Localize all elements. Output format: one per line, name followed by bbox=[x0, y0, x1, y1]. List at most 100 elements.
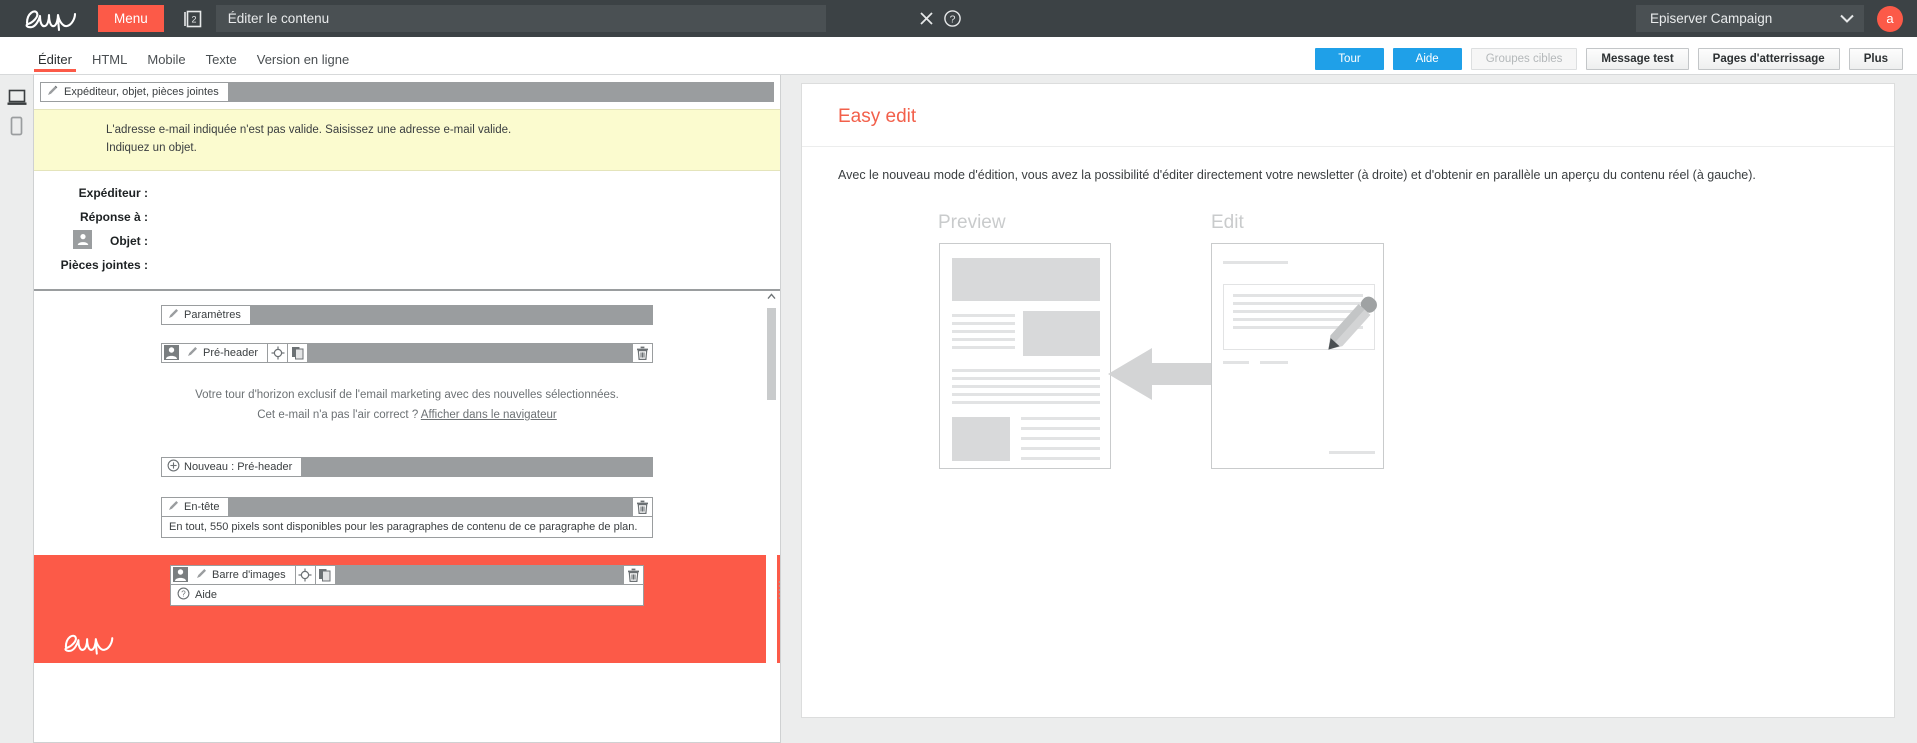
module-nouveau-pre-header-fill[interactable] bbox=[301, 457, 652, 476]
pencil-icon bbox=[195, 567, 208, 583]
module-en-tete-bar[interactable]: En-tête bbox=[161, 496, 653, 517]
preview-text-line bbox=[952, 392, 1100, 396]
module-pre-header-text: Votre tour d'horizon exclusif de l'email… bbox=[161, 385, 653, 425]
module-pre-header-person-icon[interactable] bbox=[162, 343, 181, 362]
diagram-edit-card bbox=[1211, 242, 1387, 469]
pencil-icon bbox=[1307, 286, 1387, 371]
chevron-down-icon bbox=[1840, 11, 1854, 26]
preview-text-line bbox=[1021, 456, 1100, 460]
documents-icon[interactable]: 2 bbox=[176, 0, 210, 37]
field-label-expediteur: Expéditeur : bbox=[78, 185, 148, 200]
mobile-preview-icon[interactable] bbox=[0, 112, 33, 140]
main-area: Expéditeur, objet, pièces jointes L'adre… bbox=[0, 75, 1917, 743]
move-target-icon[interactable] bbox=[268, 343, 288, 362]
sender-subject-attachments-bar[interactable]: Expéditeur, objet, pièces jointes bbox=[40, 82, 774, 102]
module-en-tete-tag[interactable]: En-tête bbox=[162, 497, 229, 516]
help-circle-icon[interactable]: ? bbox=[940, 0, 966, 37]
preview-text-line bbox=[1021, 426, 1100, 430]
module-barre-d-images-fill[interactable] bbox=[334, 565, 623, 584]
pages-atterrissage-button[interactable]: Pages d'atterrissage bbox=[1697, 48, 1840, 70]
browser-view-link[interactable]: Afficher dans le navigateur bbox=[421, 409, 557, 421]
field-row-reponse-a: Réponse à : bbox=[34, 205, 780, 229]
avatar[interactable]: a bbox=[1877, 5, 1903, 32]
tab-texte[interactable]: Texte bbox=[196, 52, 247, 74]
module-barre-d-images-tag[interactable]: Barre d'images bbox=[190, 565, 295, 584]
duplicate-icon[interactable] bbox=[315, 565, 335, 584]
client-selector[interactable]: Episerver Campaign bbox=[1636, 5, 1864, 32]
pencil-icon bbox=[186, 345, 199, 361]
field-label-reponse-a: Réponse à : bbox=[79, 209, 148, 224]
delete-icon[interactable] bbox=[632, 343, 652, 362]
action-buttons: Tour Aide Groupes cibles Message test Pa… bbox=[1315, 48, 1903, 74]
sender-subject-attachments-tag[interactable]: Expéditeur, objet, pièces jointes bbox=[41, 83, 228, 101]
module-en-tete-fill[interactable] bbox=[228, 497, 632, 516]
module-parametres-bar[interactable]: Paramètres bbox=[161, 304, 653, 325]
module-barre-d-images-help[interactable]: ? Aide bbox=[170, 584, 644, 606]
module-barre-d-images-bar[interactable]: Barre d'images bbox=[170, 564, 644, 585]
module-parametres-tag[interactable]: Paramètres bbox=[162, 305, 250, 324]
close-icon[interactable] bbox=[914, 0, 940, 37]
module-pre-header-fill[interactable] bbox=[307, 343, 632, 362]
pre-header-line-2: Cet e-mail n'a pas l'air correct ? Affic… bbox=[161, 405, 653, 425]
module-en-tete-label: En-tête bbox=[184, 500, 220, 513]
module-en-tete-body[interactable]: En tout, 550 pixels sont disponibles pou… bbox=[161, 516, 653, 538]
preview-body-text: Avec le nouveau mode d'édition, vous ave… bbox=[838, 168, 1756, 182]
tab-version-en-ligne[interactable]: Version en ligne bbox=[247, 52, 360, 74]
validation-warning: L'adresse e-mail indiquée n'est pas vali… bbox=[34, 109, 780, 171]
module-pre-header-label: Pré-header bbox=[203, 346, 259, 359]
resize-gripper-icon[interactable] bbox=[774, 577, 780, 605]
preview-text-line bbox=[952, 384, 1100, 388]
module-pre-header-tag[interactable]: Pré-header bbox=[181, 343, 268, 362]
message-test-button[interactable]: Message test bbox=[1586, 48, 1689, 70]
desktop-preview-icon[interactable] bbox=[0, 84, 33, 112]
preview-text-line bbox=[1021, 446, 1100, 450]
preview-panel: Easy edit Avec le nouveau mode d'édition… bbox=[801, 83, 1895, 718]
preview-text-line bbox=[952, 337, 1015, 341]
chevron-up-icon[interactable] bbox=[766, 291, 777, 302]
menu-button[interactable]: Menu bbox=[98, 5, 164, 32]
field-label-pieces-jointes: Pièces jointes : bbox=[60, 257, 148, 272]
tab-html[interactable]: HTML bbox=[82, 52, 137, 74]
sender-subject-attachments-label: Expéditeur, objet, pièces jointes bbox=[64, 86, 219, 98]
module-parametres-label: Paramètres bbox=[184, 308, 241, 321]
delete-icon[interactable] bbox=[632, 497, 652, 516]
module-pre-header-bar[interactable]: Pré-header bbox=[161, 342, 653, 363]
canvas-scrollbar[interactable] bbox=[766, 290, 777, 742]
move-target-icon[interactable] bbox=[295, 565, 315, 584]
delete-icon[interactable] bbox=[623, 565, 643, 584]
groupes-cibles-button[interactable]: Groupes cibles bbox=[1470, 48, 1578, 70]
tab-bar: Éditer HTML Mobile Texte Version en lign… bbox=[0, 37, 1917, 75]
diagram-preview-card bbox=[939, 242, 1111, 469]
module-nouveau-pre-header-label: Nouveau : Pré-header bbox=[184, 460, 293, 473]
email-editor-panel: Expéditeur, objet, pièces jointes L'adre… bbox=[33, 75, 781, 743]
pencil-icon bbox=[167, 307, 180, 323]
documents-badge-count: 2 bbox=[191, 14, 196, 24]
svg-text:?: ? bbox=[181, 589, 186, 598]
tab-editer[interactable]: Éditer bbox=[28, 52, 82, 74]
field-label-objet: Objet : bbox=[110, 233, 148, 248]
content-title-field[interactable]: Éditer le contenu bbox=[215, 5, 826, 32]
module-nouveau-pre-header-tag[interactable]: Nouveau : Pré-header bbox=[162, 457, 302, 476]
module-nouveau-pre-header-bar[interactable]: Nouveau : Pré-header bbox=[161, 456, 653, 477]
module-nouveau-pre-header: Nouveau : Pré-header bbox=[161, 456, 653, 477]
tab-mobile[interactable]: Mobile bbox=[137, 52, 195, 74]
tour-button[interactable]: Tour bbox=[1315, 48, 1384, 70]
module-parametres-fill[interactable] bbox=[249, 305, 652, 324]
sender-bar-fill[interactable] bbox=[227, 83, 773, 101]
aide-button[interactable]: Aide bbox=[1392, 48, 1462, 70]
duplicate-icon[interactable] bbox=[288, 343, 308, 362]
preview-hero-block bbox=[952, 257, 1100, 301]
pre-header-line-2-prefix: Cet e-mail n'a pas l'air correct ? bbox=[257, 408, 421, 421]
preview-text-line bbox=[1021, 436, 1100, 440]
plus-button[interactable]: Plus bbox=[1848, 48, 1903, 70]
diagram-label-preview: Preview bbox=[938, 211, 1006, 233]
module-barre-d-images-inner: Barre d'images ? Aide bbox=[170, 564, 644, 606]
module-barre-d-images-help-label: Aide bbox=[195, 588, 218, 601]
module-barre-d-images-person-icon[interactable] bbox=[171, 565, 190, 584]
field-row-pieces-jointes: Pièces jointes : bbox=[34, 253, 780, 277]
sender-fields: Expéditeur : Réponse à : Objet : Pièces … bbox=[34, 171, 780, 291]
validation-warning-line-1: L'adresse e-mail indiquée n'est pas vali… bbox=[106, 124, 512, 136]
preview-text-line bbox=[952, 313, 1015, 317]
canvas-scrollbar-thumb[interactable] bbox=[767, 307, 776, 400]
epi-logo[interactable] bbox=[22, 4, 84, 34]
